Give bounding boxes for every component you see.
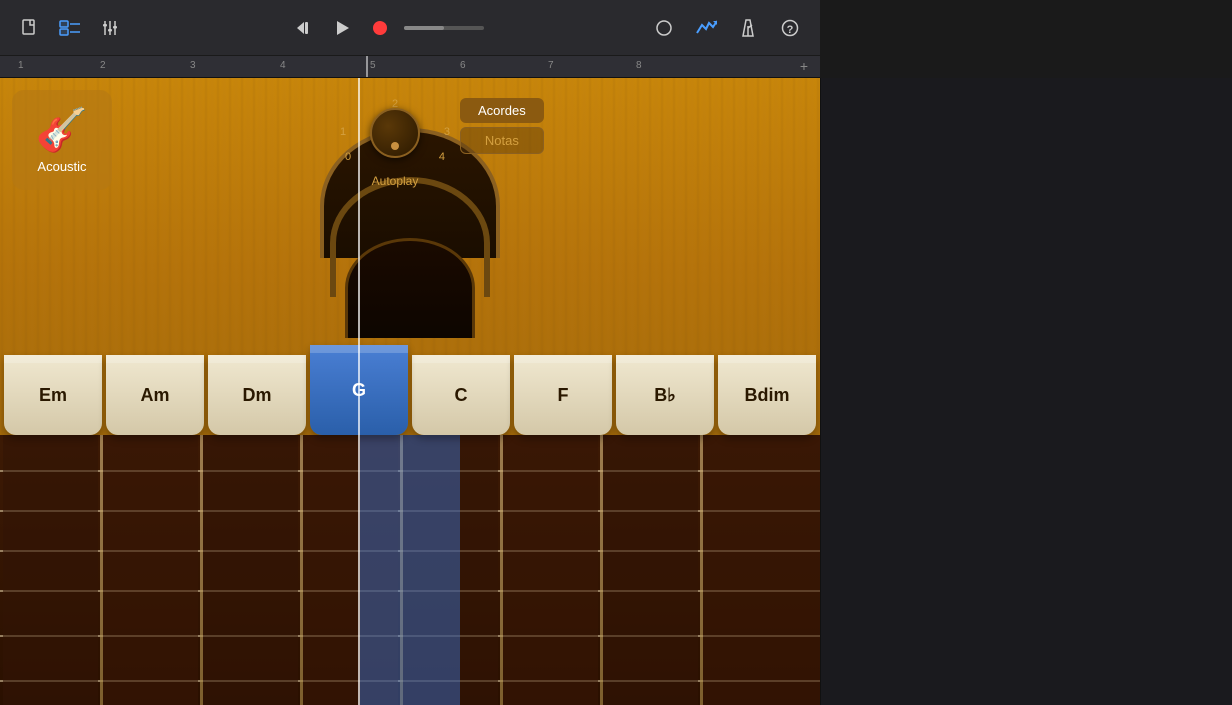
toolbar: ? (0, 0, 820, 56)
fret-section-0 (3, 435, 98, 705)
fret-section-5 (503, 435, 598, 705)
ruler-mark-3: 3 (190, 60, 196, 71)
record-button[interactable] (366, 14, 394, 42)
instrument-panel[interactable]: 🎸 Acoustic (12, 90, 112, 190)
autoplay-panel: 1 2 3 0 4 Autoplay (360, 98, 430, 188)
mode-buttons: Acordes Notas (460, 98, 544, 154)
playhead-ruler (366, 56, 368, 77)
master-button[interactable] (692, 14, 720, 42)
fretboard (0, 435, 820, 705)
ruler-marks: 1 2 3 4 5 6 7 8 + (8, 56, 812, 77)
acordes-button[interactable]: Acordes (460, 98, 544, 123)
knob-dot (391, 142, 399, 150)
notas-button[interactable]: Notas (460, 127, 544, 154)
knob-label-3: 3 (444, 126, 450, 138)
sound-hole-ring (330, 177, 490, 297)
guitar-area: 🎸 Acoustic 1 2 3 0 4 (0, 78, 820, 705)
chord-bb[interactable]: B♭ (616, 355, 714, 435)
knob-label-4: 4 (439, 151, 445, 163)
timeline-ruler[interactable]: 1 2 3 4 5 6 7 8 + (0, 56, 820, 78)
chord-active-highlight (360, 435, 460, 705)
guitar-icon: 🎸 (36, 106, 88, 155)
ruler-mark-2: 2 (100, 60, 106, 71)
chord-bdim[interactable]: Bdim (718, 355, 816, 435)
ruler-mark-5: 5 (370, 60, 376, 71)
autoplay-label: Autoplay (372, 174, 419, 188)
chord-c[interactable]: C (412, 355, 510, 435)
autoplay-knob[interactable] (370, 108, 420, 158)
chord-am[interactable]: Am (106, 355, 204, 435)
toolbar-left (16, 14, 124, 42)
chord-dm[interactable]: Dm (208, 355, 306, 435)
chord-f[interactable]: F (514, 355, 612, 435)
toolbar-right: ? (650, 14, 804, 42)
help-button[interactable]: ? (776, 14, 804, 42)
volume-slider[interactable] (404, 26, 484, 30)
add-track-button[interactable]: + (800, 58, 808, 74)
fret-section-7 (703, 435, 820, 705)
new-button[interactable] (16, 14, 44, 42)
fret-section-2 (203, 435, 298, 705)
instrument-name: Acoustic (37, 159, 86, 174)
fret-section-6 (603, 435, 698, 705)
mixer-button[interactable] (96, 14, 124, 42)
main-area: 🎸 Acoustic 1 2 3 0 4 (0, 78, 1232, 705)
knob-label-1: 1 (340, 126, 346, 138)
knob-container: 1 2 3 0 4 (360, 98, 430, 168)
knob-label-0: 0 (345, 151, 351, 163)
tracks-button[interactable] (56, 14, 84, 42)
volume-fill (404, 26, 444, 30)
ruler-mark-6: 6 (460, 60, 466, 71)
ruler-mark-8: 8 (636, 60, 642, 71)
ruler-mark-1: 1 (18, 60, 24, 71)
ruler-mark-7: 7 (548, 60, 554, 71)
chord-buttons-container: Em Am Dm G C F B♭ Bdim (0, 345, 820, 435)
toolbar-center (290, 14, 484, 42)
circle-button[interactable] (650, 14, 678, 42)
svg-text:?: ? (787, 24, 794, 36)
rewind-button[interactable] (290, 14, 318, 42)
playhead (358, 78, 360, 705)
play-button[interactable] (328, 14, 356, 42)
ruler-mark-4: 4 (280, 60, 286, 71)
chord-em[interactable]: Em (4, 355, 102, 435)
sound-hole-inner (345, 238, 475, 338)
metronome-button[interactable] (734, 14, 762, 42)
fret-section-1 (103, 435, 198, 705)
right-panel (820, 78, 1232, 705)
